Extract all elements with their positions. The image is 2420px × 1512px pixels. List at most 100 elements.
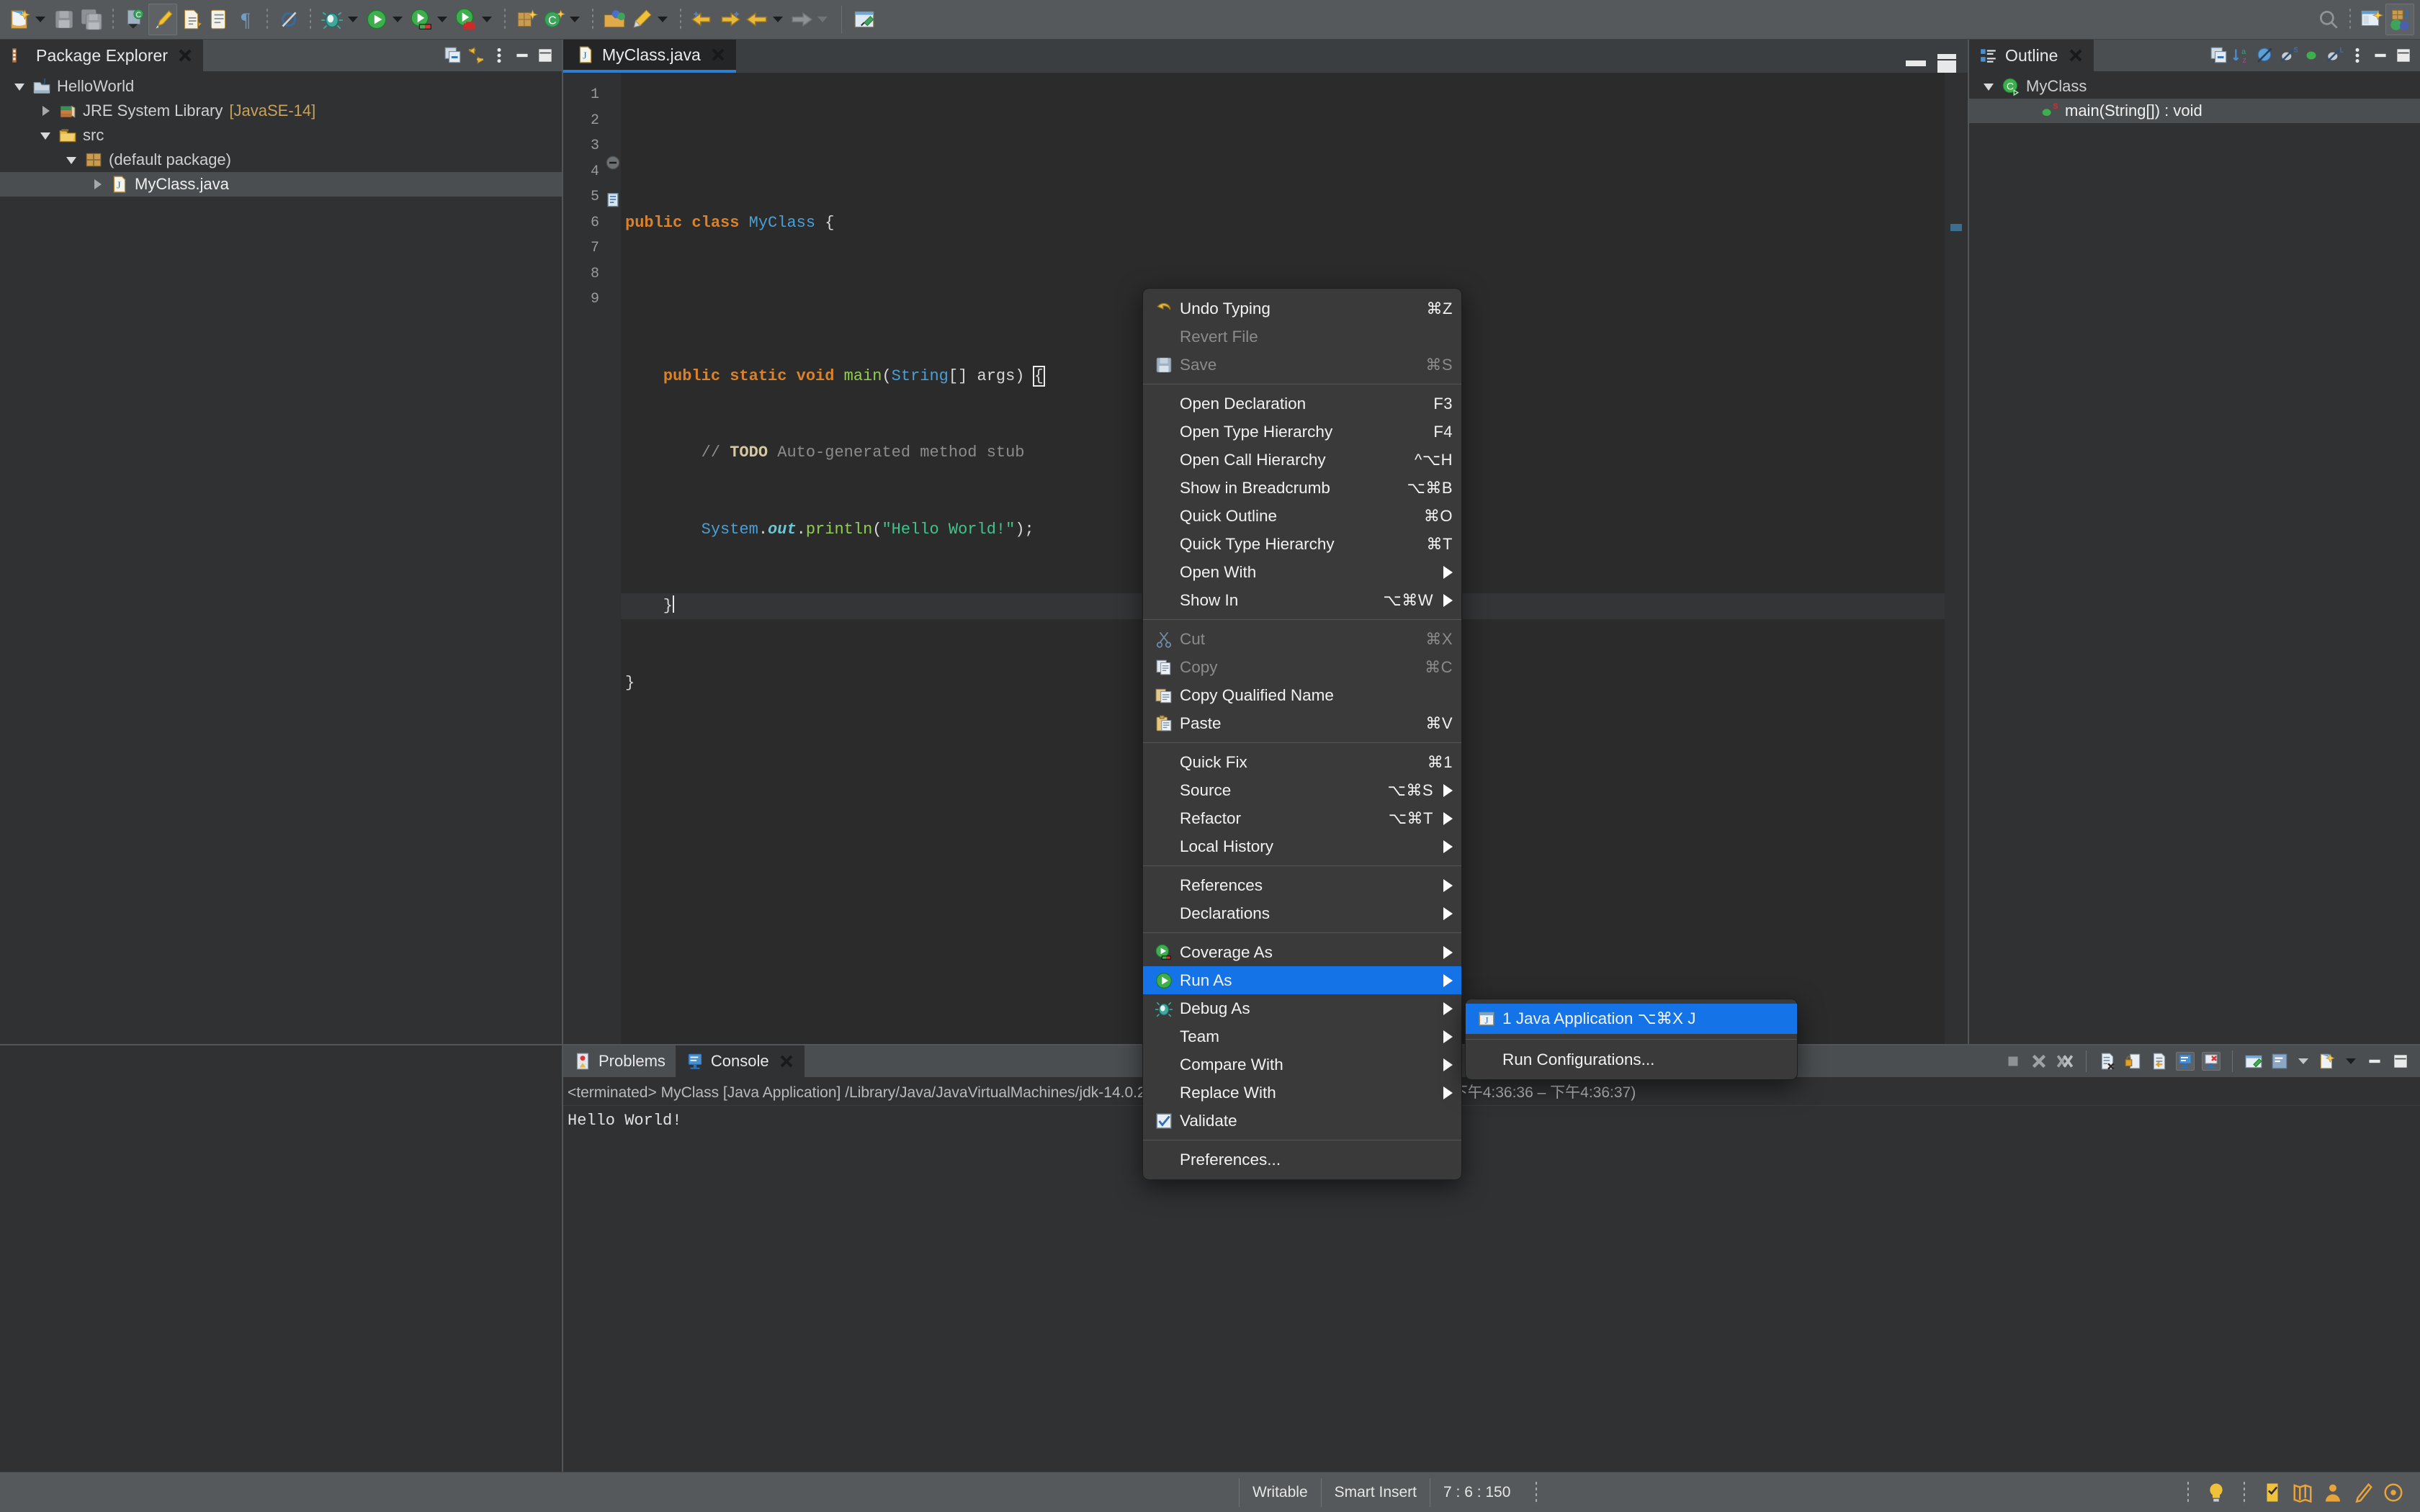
debug-button[interactable]	[318, 4, 346, 35]
highlight-marker-button[interactable]	[148, 4, 177, 35]
new-java-project-button[interactable]	[513, 4, 540, 35]
run-as-submenu[interactable]: J 1 Java Application ⌥⌘X J Run Configura…	[1465, 999, 1798, 1080]
save-button[interactable]	[50, 4, 78, 35]
run-ant-button[interactable]	[452, 4, 480, 35]
menu-item-open-call-hierarchy[interactable]: Open Call Hierarchy ^⌥H	[1143, 446, 1461, 474]
maximize-icon[interactable]	[2391, 1052, 2410, 1071]
menu-item-open-declaration[interactable]: Open Declaration F3	[1143, 390, 1461, 418]
new-java-class-button[interactable]: C	[121, 4, 148, 35]
maximize-icon[interactable]	[536, 46, 555, 65]
forward-button[interactable]	[788, 4, 815, 35]
menu-item-preferences[interactable]: Preferences...	[1143, 1146, 1461, 1174]
run-button[interactable]	[363, 4, 390, 35]
editor-tab-myclass-java[interactable]: J MyClass.java	[563, 40, 736, 73]
show-console-on-output-icon[interactable]	[2176, 1052, 2195, 1071]
menu-item-open-type-hierarchy[interactable]: Open Type Hierarchy F4	[1143, 418, 1461, 446]
twisty-icon[interactable]	[1982, 79, 1996, 94]
java-perspective-button[interactable]: J	[2385, 4, 2414, 35]
submenu-item-run-configurations[interactable]: Run Configurations...	[1466, 1045, 1797, 1075]
scroll-lock-icon[interactable]	[2124, 1052, 2143, 1071]
close-icon[interactable]	[710, 47, 726, 63]
menu-item-declarations[interactable]: Declarations	[1143, 899, 1461, 927]
minimize-icon[interactable]	[513, 46, 532, 65]
twisty-icon[interactable]	[39, 104, 53, 118]
maximize-icon[interactable]	[1937, 54, 1956, 73]
hide-fields-icon[interactable]	[2256, 46, 2275, 65]
menu-item-debug-as[interactable]: Debug As	[1143, 994, 1461, 1022]
link-with-editor-icon[interactable]	[467, 46, 485, 65]
menu-item-open-with[interactable]: Open With	[1143, 558, 1461, 586]
target-icon[interactable]	[2383, 1482, 2404, 1503]
menu-item-copy-qualified-name[interactable]: Copy Qualified Name	[1143, 681, 1461, 709]
menu-item-compare-with[interactable]: Compare With	[1143, 1050, 1461, 1079]
back-button[interactable]	[743, 4, 771, 35]
tab-problems[interactable]: Problems	[563, 1045, 676, 1077]
remove-launch-icon[interactable]	[2030, 1052, 2048, 1071]
menu-item-quick-fix[interactable]: Quick Fix ⌘1	[1143, 748, 1461, 776]
open-console-dropdown-arrow[interactable]	[2346, 1058, 2356, 1064]
lightbulb-icon[interactable]	[2205, 1482, 2227, 1503]
twisty-icon[interactable]	[65, 153, 79, 167]
display-selected-console-dropdown-arrow[interactable]	[2298, 1058, 2308, 1064]
new-class-button[interactable]: C	[540, 4, 568, 35]
twisty-icon[interactable]	[39, 128, 53, 143]
todo-task-icon[interactable]	[605, 192, 621, 207]
pen-icon[interactable]	[2352, 1482, 2374, 1503]
clear-console-icon[interactable]	[2098, 1052, 2117, 1071]
quick-access-icon[interactable]	[2262, 1482, 2283, 1503]
package-explorer-tab[interactable]: Package Explorer	[0, 40, 204, 71]
menu-item-paste[interactable]: Paste ⌘V	[1143, 709, 1461, 737]
sort-icon[interactable]: a z	[2233, 46, 2251, 65]
close-icon[interactable]	[177, 48, 193, 63]
run-dropdown-arrow[interactable]	[393, 17, 403, 22]
hide-nonpublic-icon[interactable]	[2302, 46, 2321, 65]
menu-item-quick-outline[interactable]: Quick Outline ⌘O	[1143, 502, 1461, 530]
coverage-dropdown-arrow[interactable]	[437, 17, 447, 22]
search-pen-button[interactable]	[628, 4, 655, 35]
display-selected-console-icon[interactable]	[2270, 1052, 2289, 1071]
overview-ruler[interactable]	[1945, 73, 1968, 1044]
next-edit-location-button[interactable]	[716, 4, 743, 35]
outline-tree[interactable]: C MyClass S main(String[]) : void	[1969, 71, 2420, 1044]
search-pen-dropdown-arrow[interactable]	[658, 17, 668, 22]
menu-item-coverage-as[interactable]: Coverage As	[1143, 938, 1461, 966]
pin-console-icon[interactable]	[2244, 1052, 2263, 1071]
next-annotation-button[interactable]	[177, 4, 205, 35]
package-explorer-tree[interactable]: J HelloWorld JRE System Library [JavaSE-…	[0, 71, 562, 1044]
tree-item-helloworld[interactable]: J HelloWorld	[0, 74, 562, 99]
minimize-icon[interactable]	[1906, 60, 1926, 66]
open-console-icon[interactable]	[2318, 1052, 2336, 1071]
new-class-dropdown-arrow[interactable]	[570, 17, 580, 22]
run-ant-dropdown-arrow[interactable]	[482, 17, 492, 22]
new-wizard-dropdown-arrow[interactable]	[35, 17, 45, 22]
person-icon[interactable]	[2322, 1482, 2344, 1503]
menu-item-undo-typing[interactable]: Undo Typing ⌘Z	[1143, 294, 1461, 323]
outline-tab[interactable]: Outline	[1969, 40, 2094, 71]
menu-item-source[interactable]: Source ⌥⌘S	[1143, 776, 1461, 804]
word-wrap-icon[interactable]	[2150, 1052, 2169, 1071]
open-perspective-button[interactable]	[2358, 4, 2385, 35]
outline-item-myclass[interactable]: C MyClass	[1969, 74, 2420, 99]
new-wizard-button[interactable]	[6, 4, 33, 35]
menu-item-run-as[interactable]: Run As	[1143, 966, 1461, 994]
tree-item-default-package[interactable]: (default package)	[0, 148, 562, 172]
minimize-icon[interactable]	[2365, 1052, 2384, 1071]
minimize-icon[interactable]	[2371, 46, 2390, 65]
tree-item-src[interactable]: src	[0, 123, 562, 148]
tree-item-jre-system-library[interactable]: JRE System Library [JavaSE-14]	[0, 99, 562, 123]
forward-dropdown-arrow[interactable]	[817, 17, 828, 22]
debug-dropdown-arrow[interactable]	[348, 17, 358, 22]
previous-edit-location-button[interactable]	[689, 4, 716, 35]
menu-item-references[interactable]: References	[1143, 871, 1461, 899]
close-icon[interactable]	[2068, 48, 2084, 63]
open-type-button[interactable]	[601, 4, 628, 35]
menu-item-quick-type-hierarchy[interactable]: Quick Type Hierarchy ⌘T	[1143, 530, 1461, 558]
menu-item-team[interactable]: Team	[1143, 1022, 1461, 1050]
menu-item-show-in-breadcrumb[interactable]: Show in Breadcrumb ⌥⌘B	[1143, 474, 1461, 502]
view-menu-icon[interactable]	[2348, 46, 2367, 65]
remove-all-terminated-icon[interactable]	[2056, 1052, 2074, 1071]
close-icon[interactable]	[779, 1053, 794, 1069]
twisty-icon[interactable]	[91, 177, 105, 192]
menu-item-show-in[interactable]: Show In ⌥⌘W	[1143, 586, 1461, 614]
menu-item-local-history[interactable]: Local History	[1143, 832, 1461, 860]
